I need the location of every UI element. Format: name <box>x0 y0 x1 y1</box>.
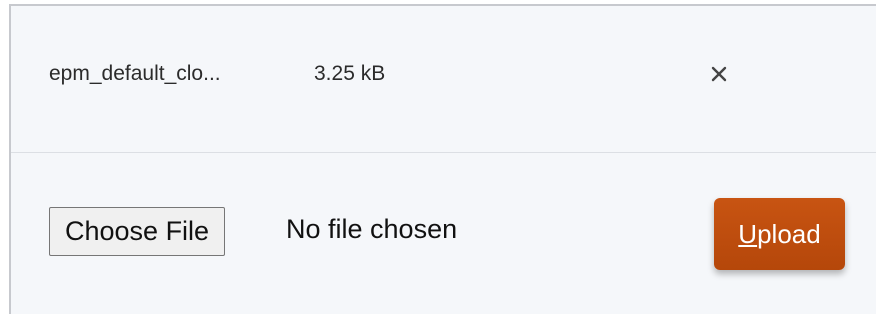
upload-button[interactable]: Upload <box>714 198 845 270</box>
file-upload-panel: epm_default_clo... 3.25 kB Choose File N… <box>9 4 876 314</box>
upload-mnemonic: U <box>738 218 758 249</box>
selected-file-row: epm_default_clo... 3.25 kB <box>11 6 876 153</box>
choose-file-button[interactable]: Choose File <box>49 207 226 256</box>
close-icon <box>711 66 727 82</box>
file-name: epm_default_clo... <box>49 62 221 85</box>
file-size: 3.25 kB <box>314 62 386 85</box>
remove-file-button[interactable] <box>705 60 733 88</box>
upload-label: pload <box>757 218 821 249</box>
file-input-status: No file chosen <box>286 214 458 244</box>
